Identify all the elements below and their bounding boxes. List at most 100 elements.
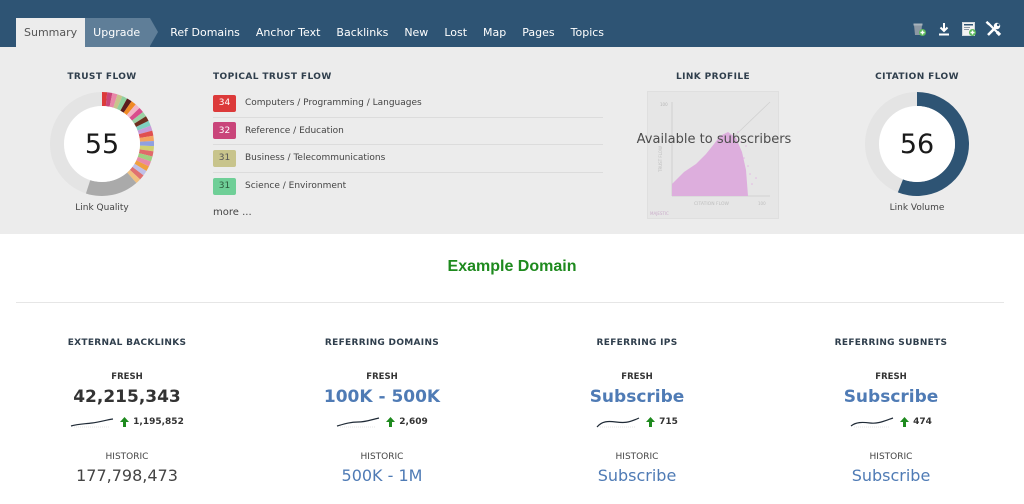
trust-flow-caption: Link Quality: [75, 203, 129, 213]
y-axis-max-label: 100: [660, 102, 668, 107]
trend-row: 474: [781, 413, 1001, 431]
topic-row[interactable]: 31 Business / Telecommunications: [213, 145, 603, 173]
topical-trust-flow-widget: TOPICAL TRUST FLOW 34 Computers / Progra…: [213, 72, 603, 219]
topic-score-badge: 34: [213, 94, 236, 112]
link-profile-widget: LINK PROFILE 100 TRUST FLOW CITATION FLO…: [634, 72, 792, 219]
fresh-value: 42,215,343: [73, 387, 181, 407]
historic-label: HISTORIC: [869, 452, 913, 462]
tab-lost[interactable]: Lost: [436, 18, 475, 47]
toolbar: [910, 20, 1002, 37]
sparkline-icon: [70, 418, 114, 428]
topic-row[interactable]: 32 Reference / Education: [213, 118, 603, 145]
tab-anchor-text[interactable]: Anchor Text: [248, 18, 329, 47]
tab-upgrade[interactable]: Upgrade: [85, 18, 159, 47]
sparkline-icon: [850, 417, 894, 428]
tab-new[interactable]: New: [396, 18, 436, 47]
citation-flow-caption: Link Volume: [889, 203, 945, 213]
stat-referring-subnets: REFERRING SUBNETS FRESH Subscribe 474 HI…: [781, 338, 1001, 485]
add-report-button[interactable]: [960, 20, 977, 37]
trend-row: 2,609: [272, 413, 492, 431]
topic-row[interactable]: 31 Science / Environment: [213, 173, 603, 201]
trust-flow-gauge[interactable]: 55: [50, 92, 154, 196]
tab-bar: Summary Upgrade Ref Domains Anchor Text …: [16, 18, 612, 47]
trend-value: 2,609: [399, 417, 428, 427]
link-profile-chart[interactable]: 100 TRUST FLOW CITATION FLOW 100 MAJESTI…: [637, 91, 791, 219]
topic-label[interactable]: Business / Telecommunications: [245, 153, 385, 163]
trust-flow-value: 55: [84, 128, 120, 160]
subscribers-overlay[interactable]: Available to subscribers: [628, 132, 800, 147]
stat-referring-ips: REFERRING IPS FRESH Subscribe 715 HISTOR…: [527, 338, 747, 485]
topic-row[interactable]: 34 Computers / Programming / Languages: [213, 90, 603, 118]
download-icon: [938, 22, 949, 35]
stat-referring-domains: REFERRING DOMAINS FRESH 100K - 500K 2,60…: [272, 338, 492, 485]
top-navigation-bar: Summary Upgrade Ref Domains Anchor Text …: [0, 0, 1024, 47]
topic-score-badge: 32: [213, 122, 236, 140]
stat-title: REFERRING SUBNETS: [834, 338, 948, 348]
citation-flow-title: CITATION FLOW: [875, 72, 959, 82]
up-arrow-icon: [120, 417, 130, 427]
add-report-icon: [961, 21, 976, 36]
tab-map[interactable]: Map: [475, 18, 514, 47]
citation-flow-value: 56: [899, 128, 935, 160]
x-axis-max-label: 100: [758, 201, 766, 206]
topic-list: 34 Computers / Programming / Languages 3…: [213, 90, 603, 200]
topical-trust-flow-title: TOPICAL TRUST FLOW: [213, 72, 332, 82]
fresh-label: FRESH: [875, 372, 907, 382]
trust-flow-title: TRUST FLOW: [67, 72, 137, 82]
topic-label[interactable]: Computers / Programming / Languages: [245, 98, 422, 108]
tab-backlinks[interactable]: Backlinks: [328, 18, 396, 47]
sparkline-icon: [596, 417, 640, 428]
stat-external-backlinks: EXTERNAL BACKLINKS FRESH 42,215,343 1,19…: [17, 338, 237, 485]
subscribe-link[interactable]: Subscribe: [527, 387, 747, 407]
fresh-label: FRESH: [621, 372, 653, 382]
add-to-bucket-icon: [913, 23, 926, 36]
tab-summary[interactable]: Summary: [16, 18, 86, 47]
subscribe-link[interactable]: Subscribe: [781, 466, 1001, 485]
y-axis-label: TRUST FLOW: [658, 146, 663, 173]
trend-row: 1,195,852: [17, 413, 237, 431]
brand-label: MAJESTIC: [650, 211, 669, 216]
domain-title: Example Domain: [447, 258, 577, 275]
fresh-label: FRESH: [111, 372, 143, 382]
historic-value: 177,798,473: [76, 466, 178, 485]
up-arrow-icon: [900, 417, 910, 427]
section-divider: [16, 302, 1004, 303]
trend-value: 715: [659, 417, 678, 427]
stat-title: REFERRING DOMAINS: [324, 338, 440, 348]
trend-value: 474: [913, 417, 932, 427]
topic-label[interactable]: Science / Environment: [245, 181, 346, 191]
tab-ref-domains[interactable]: Ref Domains: [162, 18, 248, 47]
topic-score-badge: 31: [213, 149, 236, 167]
citation-flow-widget: CITATION FLOW 56 Link Volume: [865, 72, 969, 213]
link-profile-title: LINK PROFILE: [675, 72, 751, 82]
up-arrow-icon: [386, 417, 396, 427]
subscribe-link[interactable]: Subscribe: [781, 387, 1001, 407]
fresh-label: FRESH: [366, 372, 398, 382]
up-arrow-icon: [646, 417, 656, 427]
sparkline-icon: [337, 417, 380, 428]
tab-pages[interactable]: Pages: [514, 18, 562, 47]
historic-label: HISTORIC: [360, 452, 404, 462]
fresh-value-link[interactable]: 100K - 500K: [272, 387, 492, 407]
trust-flow-widget: TRUST FLOW 55 Link Quality: [50, 72, 154, 213]
trend-value: 1,195,852: [133, 417, 184, 427]
subscribe-link[interactable]: Subscribe: [527, 466, 747, 485]
stat-title: REFERRING IPS: [596, 338, 678, 348]
citation-flow-gauge[interactable]: 56: [865, 92, 969, 196]
historic-label: HISTORIC: [105, 452, 149, 462]
download-button[interactable]: [935, 20, 952, 37]
add-to-bucket-button[interactable]: [910, 20, 927, 37]
historic-value-link[interactable]: 500K - 1M: [272, 466, 492, 485]
x-axis-label: CITATION FLOW: [694, 201, 729, 207]
topic-label[interactable]: Reference / Education: [245, 126, 344, 136]
tools-icon: [985, 20, 1002, 36]
stat-title: EXTERNAL BACKLINKS: [67, 338, 187, 348]
more-topics-link[interactable]: more ...: [213, 207, 252, 218]
tab-topics[interactable]: Topics: [563, 18, 612, 47]
link-profile-scatter: 100 TRUST FLOW CITATION FLOW 100 MAJESTI…: [650, 101, 771, 216]
historic-label: HISTORIC: [615, 452, 659, 462]
trend-row: 715: [527, 413, 747, 431]
summary-panel: TRUST FLOW 55 Link Quality TOPICAL TRUST…: [0, 47, 1024, 234]
tools-button[interactable]: [985, 20, 1002, 37]
topic-score-badge: 31: [213, 177, 236, 195]
